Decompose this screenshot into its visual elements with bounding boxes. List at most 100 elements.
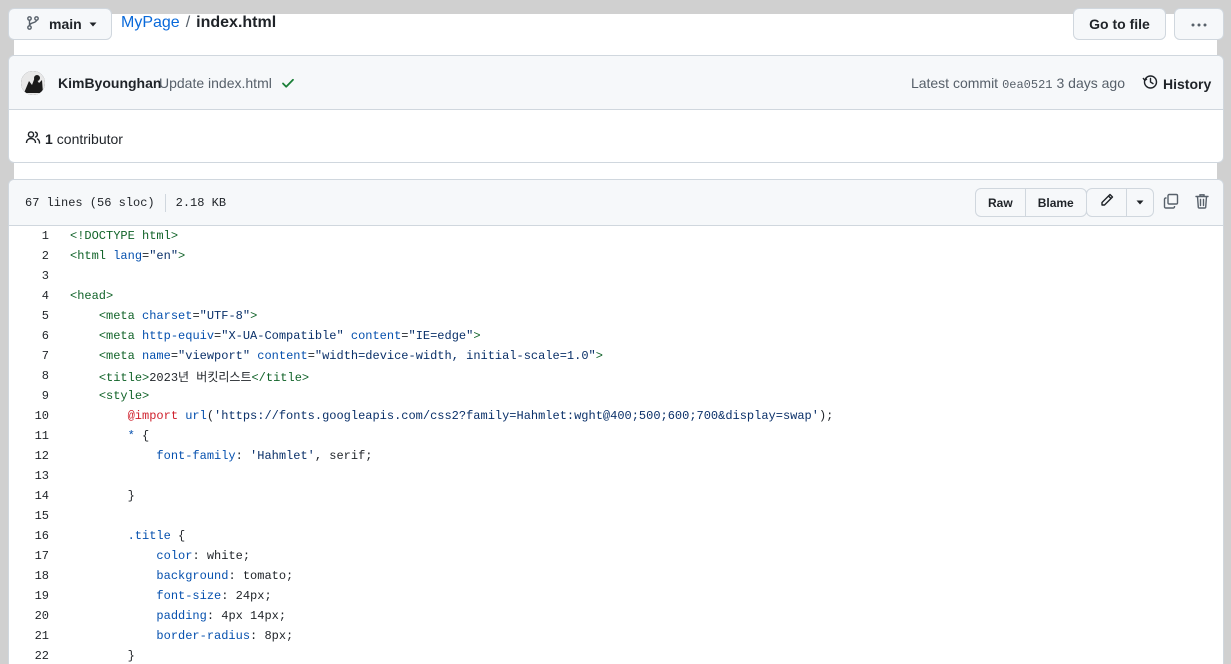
breadcrumb-repo-link[interactable]: MyPage xyxy=(121,14,180,32)
code-line: 4 <head> xyxy=(9,286,1223,306)
blame-button[interactable]: Blame xyxy=(1024,189,1086,216)
line-number[interactable]: 16 xyxy=(9,529,49,543)
line-content: <!DOCTYPE html> xyxy=(49,229,178,243)
code-token: <meta xyxy=(98,329,143,343)
code-token: <html xyxy=(70,249,114,263)
code-token: .title xyxy=(127,529,171,543)
code-token: url xyxy=(185,409,207,423)
avatar[interactable] xyxy=(21,71,45,95)
line-content: } xyxy=(49,489,135,503)
contributors-link[interactable]: 1 contributor xyxy=(25,129,123,148)
code-token: border-radius xyxy=(156,629,251,643)
line-number[interactable]: 3 xyxy=(9,269,49,283)
edit-options-dropdown[interactable] xyxy=(1126,189,1153,216)
code-token: background xyxy=(156,569,229,583)
line-content: background: tomato; xyxy=(49,569,293,583)
commit-message-link[interactable]: Update index.html xyxy=(159,75,272,91)
line-number[interactable]: 6 xyxy=(9,329,49,343)
code-token: content xyxy=(350,329,402,343)
latest-commit-label: Latest commit xyxy=(910,75,999,91)
code-token: : tomato; xyxy=(228,569,294,583)
code-token: 2023년 버킷리스트 xyxy=(149,370,252,385)
file-viewer: 67 lines (56 sloc) 2.18 KB Raw Blame 1 <… xyxy=(8,179,1224,664)
code-line: 16 .title { xyxy=(9,526,1223,546)
code-token: <title> xyxy=(98,370,150,385)
branch-select-button[interactable]: main xyxy=(8,8,112,40)
line-number[interactable]: 9 xyxy=(9,389,49,403)
edit-file-button[interactable] xyxy=(1087,189,1126,216)
line-number[interactable]: 2 xyxy=(9,249,49,263)
line-number[interactable]: 18 xyxy=(9,569,49,583)
check-icon[interactable] xyxy=(281,76,295,95)
line-number[interactable]: 8 xyxy=(9,369,49,383)
history-button[interactable]: History xyxy=(1142,74,1211,93)
caret-down-icon xyxy=(1135,194,1145,212)
code-token: , serif; xyxy=(314,449,373,463)
file-navigation: main MyPage / index.html Go to file xyxy=(8,6,1224,42)
line-content: } xyxy=(49,649,135,663)
line-number[interactable]: 22 xyxy=(9,649,49,663)
line-number[interactable]: 13 xyxy=(9,469,49,483)
code-token: content xyxy=(257,349,308,363)
line-content: border-radius: 8px; xyxy=(49,629,293,643)
code-line: 2 <html lang="en"> xyxy=(9,246,1223,266)
trash-icon[interactable] xyxy=(1195,193,1209,214)
code-token: : xyxy=(235,449,251,463)
line-number[interactable]: 4 xyxy=(9,289,49,303)
code-token: http-equiv xyxy=(142,329,215,343)
history-icon xyxy=(1142,74,1163,93)
line-number[interactable]: 21 xyxy=(9,629,49,643)
go-to-file-button[interactable]: Go to file xyxy=(1073,8,1166,40)
commit-author-link[interactable]: KimByounghan xyxy=(58,75,161,91)
commit-row: KimByounghan Update index.html Latest co… xyxy=(9,56,1223,110)
line-number[interactable]: 11 xyxy=(9,429,49,443)
code-token: <!DOCTYPE html> xyxy=(70,229,179,243)
line-content: <meta charset="UTF-8"> xyxy=(49,309,257,323)
copy-icon[interactable] xyxy=(1163,193,1179,214)
line-number[interactable]: 1 xyxy=(9,229,49,243)
line-number[interactable]: 7 xyxy=(9,349,49,363)
latest-commit-info: Latest commit 0ea0521 3 days ago xyxy=(911,75,1125,92)
line-number[interactable]: 5 xyxy=(9,309,49,323)
code-token: charset xyxy=(142,309,193,323)
line-number[interactable]: 15 xyxy=(9,509,49,523)
raw-button[interactable]: Raw xyxy=(976,189,1025,216)
code-line: 22 } xyxy=(9,646,1223,664)
raw-blame-group: Raw Blame xyxy=(975,188,1087,217)
code-token: : 24px; xyxy=(221,589,272,603)
line-number[interactable]: 20 xyxy=(9,609,49,623)
more-options-button[interactable] xyxy=(1174,8,1224,40)
edit-button-group xyxy=(1086,188,1154,217)
code-token: ( xyxy=(206,409,215,423)
code-line: 8 <title>2023년 버킷리스트</title> xyxy=(9,366,1223,386)
line-number[interactable]: 12 xyxy=(9,449,49,463)
line-number[interactable]: 10 xyxy=(9,409,49,423)
code-line: 3 xyxy=(9,266,1223,286)
contributor-count: 1 xyxy=(45,130,53,147)
code-token: { xyxy=(134,429,150,443)
code-area: 1 <!DOCTYPE html> 2 <html lang="en"> 3 4 <head… xyxy=(9,226,1223,664)
line-number[interactable]: 19 xyxy=(9,589,49,603)
line-content: <meta http-equiv = "X-UA-Compatible" conte… xyxy=(49,329,481,343)
code-token: "viewport" xyxy=(178,349,251,363)
code-token: font-family xyxy=(156,449,236,463)
pencil-icon xyxy=(1099,192,1115,213)
file-lines-info: 67 lines (56 sloc) xyxy=(25,196,155,210)
line-content: <style> xyxy=(49,389,149,403)
code-line: 18 background: tomato; xyxy=(9,566,1223,586)
line-number[interactable]: 17 xyxy=(9,549,49,563)
code-token: 'Hahmlet' xyxy=(250,449,315,463)
line-number[interactable]: 14 xyxy=(9,489,49,503)
code-token: 'https://fonts.googleapis.com/css2?famil… xyxy=(214,409,819,423)
code-line: 1 <!DOCTYPE html> xyxy=(9,226,1223,246)
code-line: 13 xyxy=(9,466,1223,486)
line-content: padding: 4px 14px; xyxy=(49,609,286,623)
commit-sha-link[interactable]: 0ea0521 xyxy=(1002,78,1052,92)
